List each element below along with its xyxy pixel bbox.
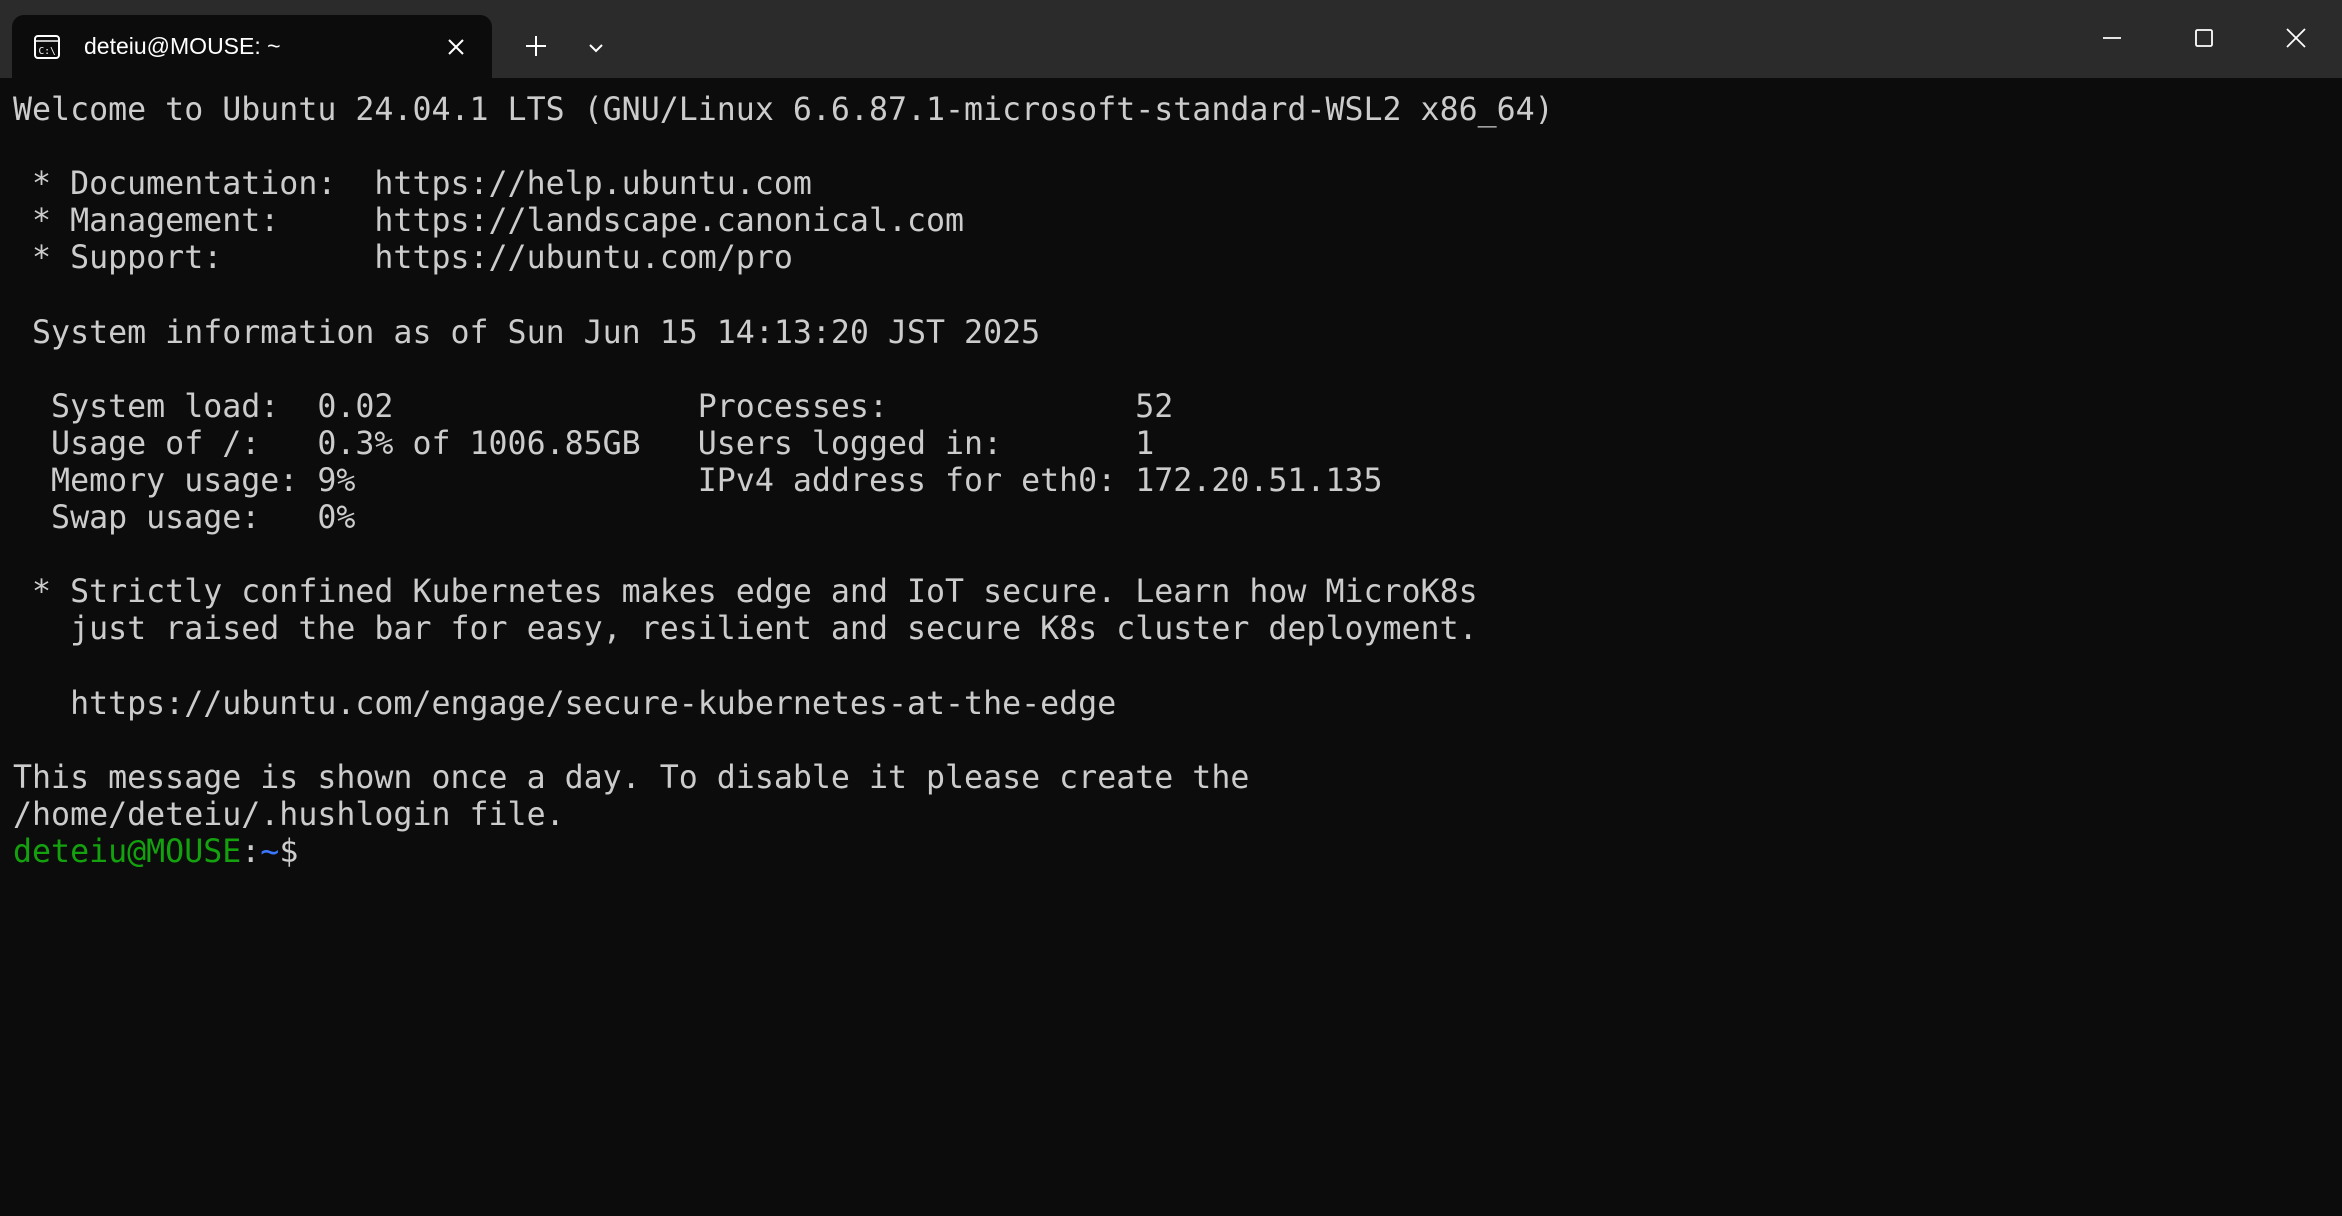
management-line: * Management: https://landscape.canonica… [13, 203, 965, 240]
maximize-icon[interactable] [2174, 10, 2234, 66]
close-icon[interactable] [2266, 10, 2326, 66]
k8s-line-2: just raised the bar for easy, resilient … [13, 611, 1478, 648]
k8s-line-1: * Strictly confined Kubernetes makes edg… [13, 574, 1478, 611]
k8s-url-line: https://ubuntu.com/engage/secure-kuberne… [13, 685, 1117, 722]
support-line: * Support: https://ubuntu.com/pro [13, 240, 793, 277]
disk-usage-line: Usage of /: 0.3% of 1006.85GB Users logg… [13, 425, 1155, 462]
system-load-line: System load: 0.02 Processes: 52 [13, 388, 1174, 425]
svg-text:C:\: C:\ [39, 46, 56, 57]
swap-usage-line: Swap usage: 0% [13, 500, 356, 537]
hushlogin-message-line-2: /home/deteiu/.hushlogin file. [13, 796, 565, 833]
welcome-line: Welcome to Ubuntu 24.04.1 LTS (GNU/Linux… [13, 92, 1554, 128]
tab-title: deteiu@MOUSE: ~ [84, 33, 281, 59]
chevron-down-icon[interactable] [574, 26, 618, 70]
memory-usage-line: Memory usage: 9% IPv4 address for eth0: … [13, 462, 1383, 499]
terminal-window: C:\ deteiu@MOUSE: ~ Welcome to Ubuntu 24… [0, 0, 2342, 1216]
hushlogin-message-line-1: This message is shown once a day. To dis… [13, 759, 1250, 796]
prompt-separator: : [241, 833, 261, 870]
terminal-icon: C:\ [32, 32, 62, 62]
prompt-symbol: $ [279, 833, 299, 870]
prompt-path: ~ [260, 833, 280, 870]
terminal-output[interactable]: Welcome to Ubuntu 24.04.1 LTS (GNU/Linux… [13, 92, 2333, 1202]
tab-active[interactable]: C:\ deteiu@MOUSE: ~ [12, 15, 492, 78]
documentation-line: * Documentation: https://help.ubuntu.com [13, 166, 812, 203]
plus-icon[interactable] [514, 24, 558, 68]
shell-prompt[interactable]: deteiu@MOUSE:~$ [13, 834, 2333, 871]
minimize-icon[interactable] [2082, 10, 2142, 66]
title-bar: C:\ deteiu@MOUSE: ~ [0, 0, 2342, 78]
prompt-user: deteiu@MOUSE [13, 833, 242, 870]
close-icon[interactable] [436, 27, 476, 67]
system-info-line: System information as of Sun Jun 15 14:1… [13, 314, 1041, 351]
